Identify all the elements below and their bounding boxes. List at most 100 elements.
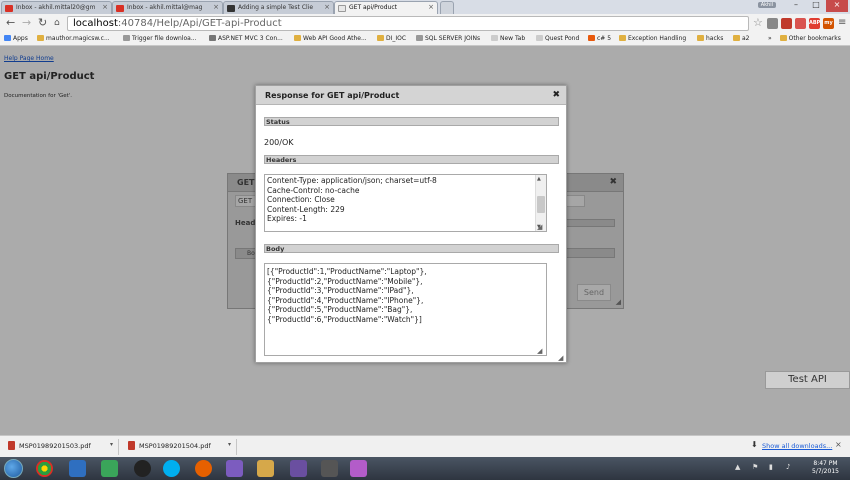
send-button[interactable]: Send — [577, 284, 611, 301]
bookmark-item[interactable]: mauthor.magicsw.c... — [37, 35, 110, 42]
tray-up-arrow-icon[interactable]: ▲ — [735, 463, 740, 471]
bookmark-item[interactable]: a2 — [733, 35, 750, 42]
visual-studio-icon[interactable] — [290, 460, 307, 477]
adblock-icon[interactable]: ABP — [809, 18, 820, 29]
pdf-file-icon — [128, 441, 135, 450]
forward-arrow-icon[interactable]: → — [22, 17, 31, 29]
tray-flag-icon[interactable]: ⚑ — [752, 463, 758, 471]
folder-icon — [377, 35, 384, 41]
close-icon[interactable]: ✖ — [552, 90, 560, 100]
body-line: {"ProductId":2,"ProductName":"Mobile"}, — [267, 276, 423, 286]
media-icon[interactable] — [101, 460, 118, 477]
body-line: {"ProductId":6,"ProductName":"Watch"}] — [267, 314, 422, 324]
chevron-down-icon[interactable]: ▾ — [228, 441, 231, 448]
bookmark-item[interactable]: DI_IOC — [377, 35, 406, 42]
body-section-header: Body — [264, 244, 559, 253]
response-dialog-titlebar[interactable]: Response for GET api/Product ✖ — [256, 86, 566, 105]
maximize-icon[interactable]: □ — [806, 0, 826, 12]
response-body-textarea[interactable]: [{"ProductId":1,"ProductName":"Laptop"},… — [264, 263, 547, 356]
tab-title: Inbox - akhil.mittal20@gm — [16, 4, 96, 11]
extension-icon[interactable] — [781, 18, 792, 29]
bookmark-item[interactable]: Exception Handling — [619, 35, 686, 42]
tab-gmail-2[interactable]: Inbox - akhil.mittal@mag × — [112, 1, 223, 14]
tab-title: Adding a simple Test Clie — [238, 4, 314, 11]
response-dialog-title: Response for GET api/Product — [265, 91, 400, 100]
page-icon — [536, 35, 543, 41]
test-api-button[interactable]: Test API — [765, 371, 850, 389]
folder-icon[interactable] — [257, 460, 274, 477]
reload-icon[interactable]: ↻ — [38, 17, 47, 29]
bookmark-item[interactable]: Web API Good Athe... — [294, 35, 367, 42]
bookmark-item[interactable]: New Tab — [491, 35, 525, 42]
bookmark-label: Apps — [13, 35, 28, 42]
bookmark-item[interactable]: Quest Pond — [536, 35, 579, 42]
user-badge[interactable]: Akhil — [757, 2, 776, 8]
scroll-thumb[interactable] — [537, 196, 545, 213]
close-icon[interactable]: × — [835, 440, 842, 449]
folder-icon — [779, 35, 787, 41]
bookmark-label: a2 — [742, 35, 750, 42]
extension-my-icon[interactable]: my — [823, 18, 834, 29]
tray-volume-icon[interactable]: ♪ — [786, 463, 790, 471]
app-icon[interactable] — [226, 460, 243, 477]
bookmark-item[interactable]: c# 5 — [588, 35, 611, 42]
skype-icon[interactable] — [163, 460, 180, 477]
app-icon[interactable] — [350, 460, 367, 477]
tools-icon[interactable] — [321, 460, 338, 477]
bookmark-item[interactable]: » Other bookmarks — [768, 35, 841, 42]
extension-icon[interactable] — [767, 18, 778, 29]
minimize-icon[interactable]: – — [786, 0, 806, 12]
resize-grip-icon[interactable]: ◢ — [537, 223, 542, 231]
tray-network-icon[interactable]: ▮ — [769, 463, 773, 471]
chrome-icon[interactable] — [36, 460, 53, 477]
dialog-resize-grip-icon[interactable]: ◢ — [558, 354, 563, 362]
scroll-up-icon[interactable]: ▲ — [537, 176, 541, 182]
bookmark-item[interactable]: ASP.NET MVC 3 Con... — [209, 35, 283, 42]
download-item[interactable]: MSP01989201503.pdf — [8, 441, 91, 450]
home-icon[interactable]: ⌂ — [54, 17, 60, 29]
tab-close-icon[interactable]: × — [213, 3, 219, 11]
close-icon[interactable]: ✖ — [609, 177, 617, 187]
menu-icon[interactable]: ≡ — [838, 17, 846, 29]
bookmark-label: mauthor.magicsw.c... — [46, 35, 110, 42]
close-window-icon[interactable]: × — [826, 0, 848, 12]
uri-field[interactable] — [566, 195, 585, 207]
tab-close-icon[interactable]: × — [428, 3, 434, 11]
start-button[interactable] — [4, 459, 23, 478]
bookmark-item[interactable]: Trigger file downloa... — [123, 35, 197, 42]
system-clock[interactable]: 8:47 PM 5/7/2015 — [812, 460, 839, 476]
bookmark-label: Web API Good Athe... — [303, 35, 367, 42]
tab-medium[interactable]: Adding a simple Test Clie × — [223, 1, 334, 14]
address-bar[interactable]: localhost:40784/Help/Api/GET-api-Product — [67, 16, 749, 31]
resize-grip-icon[interactable]: ◢ — [616, 298, 621, 306]
bookmark-star-icon[interactable]: ☆ — [753, 16, 763, 29]
tab-close-icon[interactable]: × — [102, 3, 108, 11]
download-item[interactable]: MSP01989201504.pdf — [128, 441, 211, 450]
firefox-icon[interactable] — [195, 460, 212, 477]
extension-icon[interactable] — [795, 18, 806, 29]
download-filename: MSP01989201504.pdf — [139, 442, 211, 450]
body-line: [{"ProductId":1,"ProductName":"Laptop"}, — [267, 267, 427, 276]
clock-date: 5/7/2015 — [812, 468, 839, 475]
tab-get-api-product[interactable]: GET api/Product × — [334, 1, 438, 14]
tab-close-icon[interactable]: × — [324, 3, 330, 11]
page-icon — [123, 35, 130, 41]
bookmarks-bar: Apps mauthor.magicsw.c... Trigger file d… — [0, 33, 850, 46]
page-icon — [209, 35, 216, 41]
resize-grip-icon[interactable]: ◢ — [537, 347, 542, 355]
new-tab-button[interactable] — [440, 1, 454, 14]
bookmark-label: hacks — [706, 35, 724, 42]
headers-section-header: Headers — [264, 155, 559, 164]
response-headers-textarea[interactable]: Content-Type: application/json; charset=… — [264, 174, 547, 232]
show-all-downloads-link[interactable]: Show all downloads... — [762, 442, 832, 450]
bookmark-item[interactable]: hacks — [697, 35, 723, 42]
explorer-icon[interactable] — [69, 460, 86, 477]
back-arrow-icon[interactable]: ← — [6, 17, 15, 29]
bookmark-item[interactable]: SQL SERVER JOINs — [416, 35, 480, 42]
tab-gmail-1[interactable]: Inbox - akhil.mittal20@gm × — [1, 1, 112, 14]
bookmark-apps[interactable]: Apps — [4, 35, 28, 42]
folder-icon — [37, 35, 44, 41]
app-p-icon[interactable] — [134, 460, 151, 477]
header-line: Cache-Control: no-cache — [267, 185, 360, 195]
chevron-down-icon[interactable]: ▾ — [110, 441, 113, 448]
